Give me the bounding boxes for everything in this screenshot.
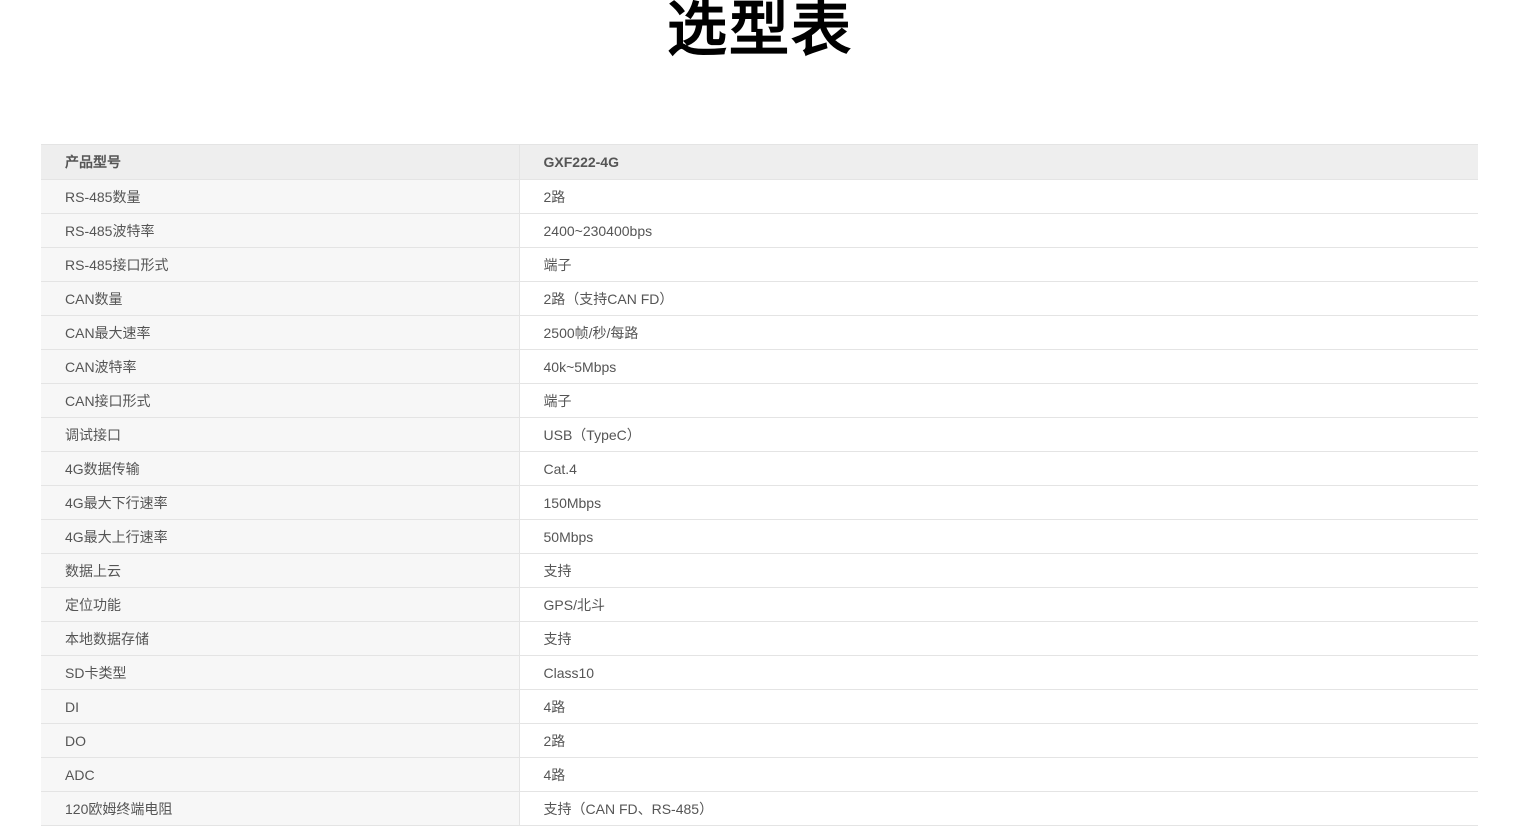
- row-label: 4G最大上行速率: [41, 519, 520, 554]
- row-label: CAN数量: [41, 281, 520, 316]
- table-row: 调试接口 USB（TypeC）: [41, 417, 1478, 452]
- row-value: 4路: [519, 689, 1478, 724]
- table-row: RS-485数量 2路: [41, 179, 1478, 214]
- row-label: CAN最大速率: [41, 315, 520, 350]
- row-value: 2500帧/秒/每路: [519, 315, 1478, 350]
- table-row: CAN数量 2路（支持CAN FD）: [41, 281, 1478, 316]
- row-label: CAN波特率: [41, 349, 520, 384]
- table-row: DI 4路: [41, 689, 1478, 724]
- row-value: 40k~5Mbps: [519, 349, 1478, 384]
- row-value: 2路（支持CAN FD）: [519, 281, 1478, 316]
- row-value: 4路: [519, 757, 1478, 792]
- row-label: RS-485波特率: [41, 213, 520, 248]
- row-value: Cat.4: [519, 451, 1478, 486]
- row-label: DI: [41, 689, 520, 724]
- table-row: SD卡类型 Class10: [41, 655, 1478, 690]
- row-label: RS-485接口形式: [41, 247, 520, 282]
- table-row: CAN接口形式 端子: [41, 383, 1478, 418]
- table-row: 4G最大下行速率 150Mbps: [41, 485, 1478, 520]
- row-value: 50Mbps: [519, 519, 1478, 554]
- row-label: DO: [41, 723, 520, 758]
- row-label: SD卡类型: [41, 655, 520, 690]
- header-label: 产品型号: [41, 144, 520, 180]
- table-row: DO 2路: [41, 723, 1478, 758]
- row-label: 4G最大下行速率: [41, 485, 520, 520]
- table-row: RS-485接口形式 端子: [41, 247, 1478, 282]
- row-label: 调试接口: [41, 417, 520, 452]
- table-row: RS-485波特率 2400~230400bps: [41, 213, 1478, 248]
- row-label: CAN接口形式: [41, 383, 520, 418]
- table-row: 本地数据存储 支持: [41, 621, 1478, 656]
- row-value: 2400~230400bps: [519, 213, 1478, 248]
- row-value: 支持: [519, 621, 1478, 656]
- table-row: 120欧姆终端电阻 支持（CAN FD、RS-485）: [41, 791, 1478, 826]
- row-label: RS-485数量: [41, 179, 520, 214]
- row-value: 支持: [519, 553, 1478, 588]
- row-value: 150Mbps: [519, 485, 1478, 520]
- row-label: 本地数据存储: [41, 621, 520, 656]
- row-value: 端子: [519, 247, 1478, 282]
- row-label: 定位功能: [41, 587, 520, 622]
- table-row: 4G最大上行速率 50Mbps: [41, 519, 1478, 554]
- page-title: 选型表: [667, 0, 853, 65]
- table-row: 数据上云 支持: [41, 553, 1478, 588]
- table-row: ADC 4路: [41, 757, 1478, 792]
- table-row: CAN最大速率 2500帧/秒/每路: [41, 315, 1478, 350]
- row-label: 数据上云: [41, 553, 520, 588]
- spec-table: 产品型号 GXF222-4G RS-485数量 2路 RS-485波特率 2400~…: [41, 144, 1478, 826]
- table-row: CAN波特率 40k~5Mbps: [41, 349, 1478, 384]
- row-value: USB（TypeC）: [519, 417, 1478, 452]
- row-label: 120欧姆终端电阻: [41, 791, 520, 826]
- row-value: 2路: [519, 723, 1478, 758]
- row-value: 端子: [519, 383, 1478, 418]
- row-value: 支持（CAN FD、RS-485）: [519, 791, 1478, 826]
- row-value: Class10: [519, 655, 1478, 690]
- table-row: 定位功能 GPS/北斗: [41, 587, 1478, 622]
- row-value: GPS/北斗: [519, 587, 1478, 622]
- header-model: GXF222-4G: [519, 144, 1478, 180]
- row-label: ADC: [41, 757, 520, 792]
- row-label: 4G数据传输: [41, 451, 520, 486]
- table-row: 4G数据传输 Cat.4: [41, 451, 1478, 486]
- table-header-row: 产品型号 GXF222-4G: [41, 144, 1478, 180]
- row-value: 2路: [519, 179, 1478, 214]
